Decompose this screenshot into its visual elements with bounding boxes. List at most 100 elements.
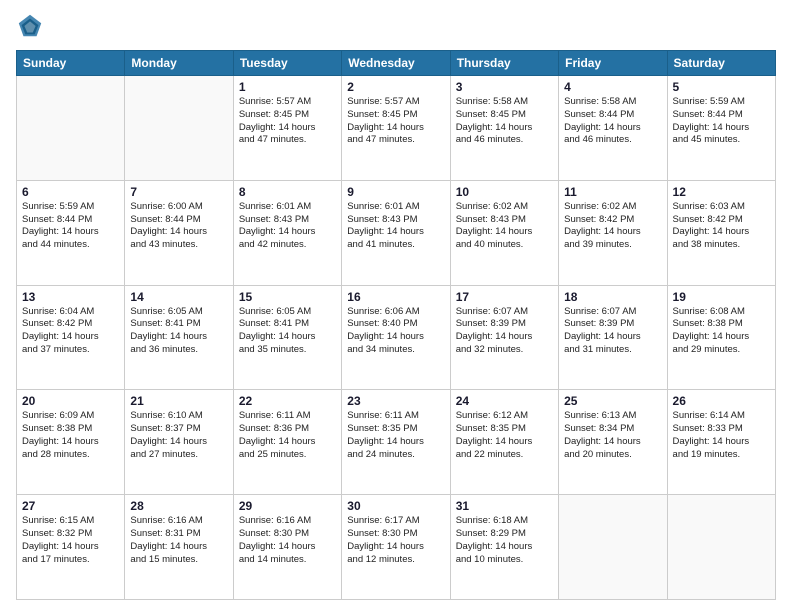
day-number: 26 <box>673 394 770 408</box>
day-number: 3 <box>456 80 553 94</box>
day-info: Sunrise: 6:02 AM Sunset: 8:43 PM Dayligh… <box>456 201 553 252</box>
day-number: 8 <box>239 185 336 199</box>
day-info: Sunrise: 6:10 AM Sunset: 8:37 PM Dayligh… <box>130 410 227 461</box>
day-number: 14 <box>130 290 227 304</box>
day-cell <box>17 76 125 181</box>
day-info: Sunrise: 6:05 AM Sunset: 8:41 PM Dayligh… <box>130 306 227 357</box>
day-number: 16 <box>347 290 444 304</box>
logo-icon <box>16 12 44 40</box>
day-info: Sunrise: 6:11 AM Sunset: 8:35 PM Dayligh… <box>347 410 444 461</box>
day-number: 10 <box>456 185 553 199</box>
day-cell: 25 Sunrise: 6:13 AM Sunset: 8:34 PM Dayli… <box>559 390 667 495</box>
day-info: Sunrise: 6:16 AM Sunset: 8:30 PM Dayligh… <box>239 515 336 566</box>
day-cell: 14 Sunrise: 6:05 AM Sunset: 8:41 PM Dayli… <box>125 285 233 390</box>
week-row-2: 6Sunrise: 5:59 AM Sunset: 8:44 PM Daylig… <box>17 180 776 285</box>
day-info: Sunrise: 6:12 AM Sunset: 8:35 PM Dayligh… <box>456 410 553 461</box>
day-cell: 20 Sunrise: 6:09 AM Sunset: 8:38 PM Dayli… <box>17 390 125 495</box>
weekday-header-saturday: Saturday <box>667 51 775 76</box>
day-info: Sunrise: 6:07 AM Sunset: 8:39 PM Dayligh… <box>456 306 553 357</box>
weekday-header-thursday: Thursday <box>450 51 558 76</box>
day-info: Sunrise: 6:05 AM Sunset: 8:41 PM Dayligh… <box>239 306 336 357</box>
day-cell: 23 Sunrise: 6:11 AM Sunset: 8:35 PM Dayli… <box>342 390 450 495</box>
day-cell: 21 Sunrise: 6:10 AM Sunset: 8:37 PM Dayli… <box>125 390 233 495</box>
day-cell: 13Sunrise: 6:04 AM Sunset: 8:42 PM Dayli… <box>17 285 125 390</box>
weekday-header-wednesday: Wednesday <box>342 51 450 76</box>
day-number: 23 <box>347 394 444 408</box>
day-cell: 8 Sunrise: 6:01 AM Sunset: 8:43 PM Daylig… <box>233 180 341 285</box>
day-number: 17 <box>456 290 553 304</box>
day-number: 20 <box>22 394 119 408</box>
day-number: 28 <box>130 499 227 513</box>
weekday-header-monday: Monday <box>125 51 233 76</box>
day-info: Sunrise: 6:11 AM Sunset: 8:36 PM Dayligh… <box>239 410 336 461</box>
weekday-header-sunday: Sunday <box>17 51 125 76</box>
day-cell: 4 Sunrise: 5:58 AM Sunset: 8:44 PM Daylig… <box>559 76 667 181</box>
day-cell: 17 Sunrise: 6:07 AM Sunset: 8:39 PM Dayli… <box>450 285 558 390</box>
header <box>16 12 776 40</box>
day-cell: 10 Sunrise: 6:02 AM Sunset: 8:43 PM Dayli… <box>450 180 558 285</box>
day-info: Sunrise: 6:02 AM Sunset: 8:42 PM Dayligh… <box>564 201 661 252</box>
day-cell <box>125 76 233 181</box>
day-number: 18 <box>564 290 661 304</box>
day-number: 24 <box>456 394 553 408</box>
weekday-header-friday: Friday <box>559 51 667 76</box>
week-row-4: 20 Sunrise: 6:09 AM Sunset: 8:38 PM Dayli… <box>17 390 776 495</box>
day-info: Sunrise: 6:01 AM Sunset: 8:43 PM Dayligh… <box>239 201 336 252</box>
day-info: Sunrise: 6:14 AM Sunset: 8:33 PM Dayligh… <box>673 410 770 461</box>
day-info: Sunrise: 5:58 AM Sunset: 8:45 PM Dayligh… <box>456 96 553 147</box>
week-row-1: 1 Sunrise: 5:57 AM Sunset: 8:45 PM Daylig… <box>17 76 776 181</box>
day-info: Sunrise: 6:16 AM Sunset: 8:31 PM Dayligh… <box>130 515 227 566</box>
day-number: 25 <box>564 394 661 408</box>
day-cell: 3 Sunrise: 5:58 AM Sunset: 8:45 PM Daylig… <box>450 76 558 181</box>
day-number: 22 <box>239 394 336 408</box>
day-number: 31 <box>456 499 553 513</box>
day-cell: 19Sunrise: 6:08 AM Sunset: 8:38 PM Dayli… <box>667 285 775 390</box>
day-number: 2 <box>347 80 444 94</box>
weekday-header-tuesday: Tuesday <box>233 51 341 76</box>
day-cell: 30Sunrise: 6:17 AM Sunset: 8:30 PM Dayli… <box>342 495 450 600</box>
day-info: Sunrise: 6:03 AM Sunset: 8:42 PM Dayligh… <box>673 201 770 252</box>
day-cell: 15 Sunrise: 6:05 AM Sunset: 8:41 PM Dayli… <box>233 285 341 390</box>
day-cell: 27Sunrise: 6:15 AM Sunset: 8:32 PM Dayli… <box>17 495 125 600</box>
day-info: Sunrise: 6:00 AM Sunset: 8:44 PM Dayligh… <box>130 201 227 252</box>
day-info: Sunrise: 5:57 AM Sunset: 8:45 PM Dayligh… <box>239 96 336 147</box>
day-info: Sunrise: 6:09 AM Sunset: 8:38 PM Dayligh… <box>22 410 119 461</box>
day-number: 9 <box>347 185 444 199</box>
day-info: Sunrise: 6:01 AM Sunset: 8:43 PM Dayligh… <box>347 201 444 252</box>
day-number: 19 <box>673 290 770 304</box>
day-number: 11 <box>564 185 661 199</box>
day-cell: 2 Sunrise: 5:57 AM Sunset: 8:45 PM Daylig… <box>342 76 450 181</box>
day-number: 4 <box>564 80 661 94</box>
day-info: Sunrise: 5:59 AM Sunset: 8:44 PM Dayligh… <box>673 96 770 147</box>
day-cell: 6Sunrise: 5:59 AM Sunset: 8:44 PM Daylig… <box>17 180 125 285</box>
day-number: 12 <box>673 185 770 199</box>
day-number: 5 <box>673 80 770 94</box>
day-number: 29 <box>239 499 336 513</box>
week-row-5: 27Sunrise: 6:15 AM Sunset: 8:32 PM Dayli… <box>17 495 776 600</box>
day-info: Sunrise: 6:18 AM Sunset: 8:29 PM Dayligh… <box>456 515 553 566</box>
day-number: 15 <box>239 290 336 304</box>
day-info: Sunrise: 6:07 AM Sunset: 8:39 PM Dayligh… <box>564 306 661 357</box>
day-cell: 11 Sunrise: 6:02 AM Sunset: 8:42 PM Dayli… <box>559 180 667 285</box>
page: SundayMondayTuesdayWednesdayThursdayFrid… <box>0 0 792 612</box>
day-cell: 1 Sunrise: 5:57 AM Sunset: 8:45 PM Daylig… <box>233 76 341 181</box>
day-cell <box>667 495 775 600</box>
day-cell: 24 Sunrise: 6:12 AM Sunset: 8:35 PM Dayli… <box>450 390 558 495</box>
day-info: Sunrise: 6:13 AM Sunset: 8:34 PM Dayligh… <box>564 410 661 461</box>
day-number: 6 <box>22 185 119 199</box>
day-number: 21 <box>130 394 227 408</box>
day-cell: 31 Sunrise: 6:18 AM Sunset: 8:29 PM Dayli… <box>450 495 558 600</box>
day-cell: 16Sunrise: 6:06 AM Sunset: 8:40 PM Dayli… <box>342 285 450 390</box>
day-number: 1 <box>239 80 336 94</box>
day-cell: 18 Sunrise: 6:07 AM Sunset: 8:39 PM Dayli… <box>559 285 667 390</box>
day-info: Sunrise: 5:58 AM Sunset: 8:44 PM Dayligh… <box>564 96 661 147</box>
day-cell: 29 Sunrise: 6:16 AM Sunset: 8:30 PM Dayli… <box>233 495 341 600</box>
day-cell: 7Sunrise: 6:00 AM Sunset: 8:44 PM Daylig… <box>125 180 233 285</box>
day-info: Sunrise: 5:57 AM Sunset: 8:45 PM Dayligh… <box>347 96 444 147</box>
day-cell: 9 Sunrise: 6:01 AM Sunset: 8:43 PM Daylig… <box>342 180 450 285</box>
calendar: SundayMondayTuesdayWednesdayThursdayFrid… <box>16 50 776 600</box>
day-cell: 22 Sunrise: 6:11 AM Sunset: 8:36 PM Dayli… <box>233 390 341 495</box>
day-cell: 12 Sunrise: 6:03 AM Sunset: 8:42 PM Dayli… <box>667 180 775 285</box>
day-number: 13 <box>22 290 119 304</box>
day-cell: 28 Sunrise: 6:16 AM Sunset: 8:31 PM Dayli… <box>125 495 233 600</box>
